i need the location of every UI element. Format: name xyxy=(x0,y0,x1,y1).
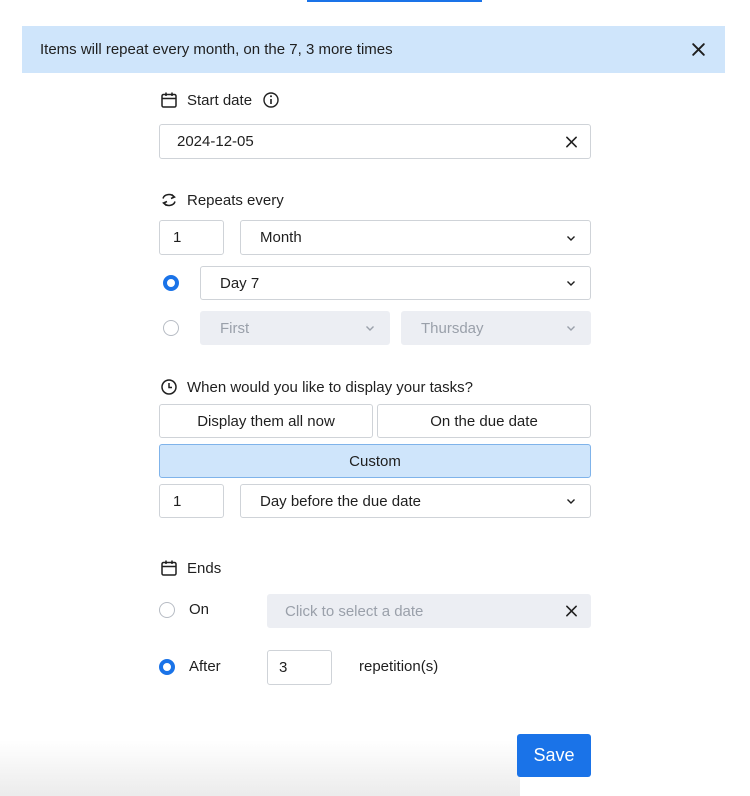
calendar-icon xyxy=(161,560,177,576)
end-date-placeholder: Click to select a date xyxy=(285,602,424,620)
unit-select[interactable]: Month xyxy=(240,220,591,255)
chevron-down-icon xyxy=(567,499,575,504)
on-due-date-label: On the due date xyxy=(430,412,538,430)
info-icon[interactable] xyxy=(262,91,280,109)
repetition-suffix: repetition(s) xyxy=(359,658,439,675)
start-date-label: Start date xyxy=(187,91,253,109)
start-date-input[interactable]: 2024-12-05 xyxy=(159,124,591,159)
chevron-down-icon xyxy=(366,326,374,331)
repeat-icon xyxy=(162,193,176,207)
day-select[interactable]: Day 7 xyxy=(200,266,591,300)
info-banner: Items will repeat every month, on the 7,… xyxy=(22,26,725,73)
interval-input[interactable]: 1 xyxy=(159,220,224,255)
custom-unit-select[interactable]: Day before the due date xyxy=(240,484,591,518)
custom-label: Custom xyxy=(349,452,401,470)
ends-label-row: Ends xyxy=(160,559,221,577)
interval-value: 1 xyxy=(173,229,182,246)
active-tab-indicator xyxy=(307,0,482,2)
radio-day-option[interactable] xyxy=(163,275,179,291)
chevron-down-icon xyxy=(567,235,575,241)
start-date-value: 2024-12-05 xyxy=(177,133,254,150)
repetition-count-input[interactable]: 3 xyxy=(267,650,332,685)
repeats-label-row: Repeats every xyxy=(160,191,284,209)
radio-ends-after[interactable] xyxy=(159,659,175,675)
display-label-row: When would you like to display your task… xyxy=(160,378,473,396)
clear-icon[interactable] xyxy=(565,605,578,618)
banner-message: Items will repeat every month, on the 7,… xyxy=(40,41,393,58)
ordinal-select[interactable]: First xyxy=(200,311,390,345)
chevron-down-icon xyxy=(567,281,575,286)
close-icon[interactable] xyxy=(690,41,707,58)
start-date-label-row: Start date xyxy=(160,91,280,109)
repetition-count-value: 3 xyxy=(279,659,288,676)
save-label: Save xyxy=(533,745,575,765)
ends-after-label: After xyxy=(189,658,221,675)
radio-weekday-option[interactable] xyxy=(163,320,179,336)
display-all-now-button[interactable]: Display them all now xyxy=(159,404,373,438)
end-date-input[interactable]: Click to select a date xyxy=(267,594,591,628)
clock-icon xyxy=(161,379,177,395)
chevron-down-icon xyxy=(567,326,575,331)
ends-on-label: On xyxy=(189,601,210,618)
footer-shadow xyxy=(0,740,520,796)
custom-button[interactable]: Custom xyxy=(159,444,591,478)
weekday-selected: Thursday xyxy=(421,319,484,337)
display-all-now-label: Display them all now xyxy=(197,412,335,430)
radio-ends-on[interactable] xyxy=(159,602,175,618)
day-selected: Day 7 xyxy=(220,274,260,292)
calendar-icon xyxy=(161,92,177,108)
save-button[interactable]: Save xyxy=(517,734,591,777)
ends-label: Ends xyxy=(187,559,222,577)
weekday-select[interactable]: Thursday xyxy=(401,311,591,345)
repeats-label: Repeats every xyxy=(187,191,284,209)
custom-amount-input[interactable]: 1 xyxy=(159,484,224,518)
on-due-date-button[interactable]: On the due date xyxy=(377,404,591,438)
clear-icon[interactable] xyxy=(565,135,578,148)
custom-amount-value: 1 xyxy=(173,492,182,510)
ordinal-selected: First xyxy=(220,319,250,337)
unit-selected: Month xyxy=(260,229,302,246)
display-label: When would you like to display your task… xyxy=(187,378,473,396)
custom-unit-selected: Day before the due date xyxy=(260,492,421,510)
